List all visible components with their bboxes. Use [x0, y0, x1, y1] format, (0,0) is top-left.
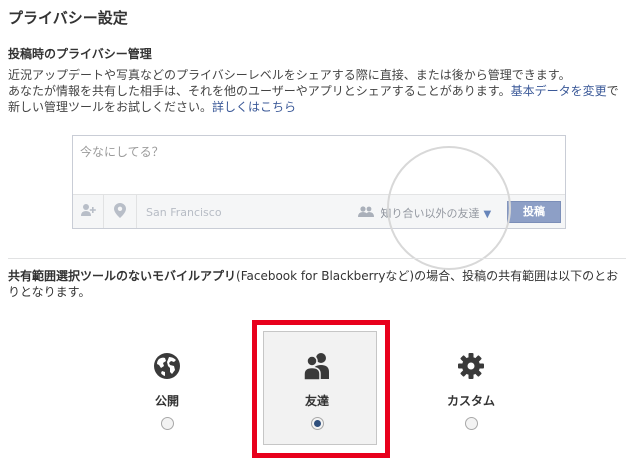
option-label-custom: カスタム: [446, 394, 495, 408]
status-input[interactable]: 今なにしてる？: [80, 143, 164, 160]
location-pin-icon[interactable]: [110, 203, 130, 221]
option-label-friends: 友達: [304, 394, 329, 408]
location-text[interactable]: San Francisco: [146, 206, 222, 219]
magnifier-highlight-circle: [387, 146, 511, 270]
gear-icon: [421, 352, 521, 384]
section-divider: [8, 258, 626, 259]
friends-icon: [267, 352, 367, 384]
desc-text-1: 近況アップデートや写真などのプライバシーレベルをシェアする際に直接、または後から…: [8, 68, 571, 82]
mobile-note-bold: 共有範囲選択ツールのないモバイルアプリ: [8, 269, 237, 283]
toolbar-separator: [136, 195, 137, 228]
people-icon: [358, 206, 378, 220]
learn-more-link[interactable]: 詳しくはこちら: [212, 100, 296, 114]
option-label-public: 公開: [154, 394, 179, 408]
audience-option-custom[interactable]: カスタム: [421, 352, 521, 430]
radio-custom[interactable]: [464, 417, 478, 430]
basic-info-link[interactable]: 基本データを変更: [511, 84, 607, 98]
post-button[interactable]: 投稿: [507, 201, 561, 223]
mobile-app-note: 共有範囲選択ツールのないモバイルアプリ(Facebook for Blackbe…: [8, 268, 630, 300]
audience-option-friends[interactable]: 友達: [267, 352, 367, 430]
page-title: プライバシー設定: [8, 9, 128, 27]
radio-public[interactable]: [160, 417, 174, 430]
radio-friends[interactable]: [310, 417, 324, 430]
add-friend-icon[interactable]: [78, 203, 98, 221]
desc-text-2: あなたが情報を共有した相手は、それを他のユーザーやアプリとシェアすることがありま…: [8, 84, 511, 98]
posting-privacy-description: 近況アップデートや写真などのプライバシーレベルをシェアする際に直接、または後から…: [8, 67, 628, 115]
audience-option-public[interactable]: 公開: [117, 352, 217, 430]
globe-icon: [117, 352, 217, 384]
posting-privacy-heading: 投稿時のプライバシー管理: [8, 47, 152, 61]
toolbar-separator: [103, 195, 104, 228]
